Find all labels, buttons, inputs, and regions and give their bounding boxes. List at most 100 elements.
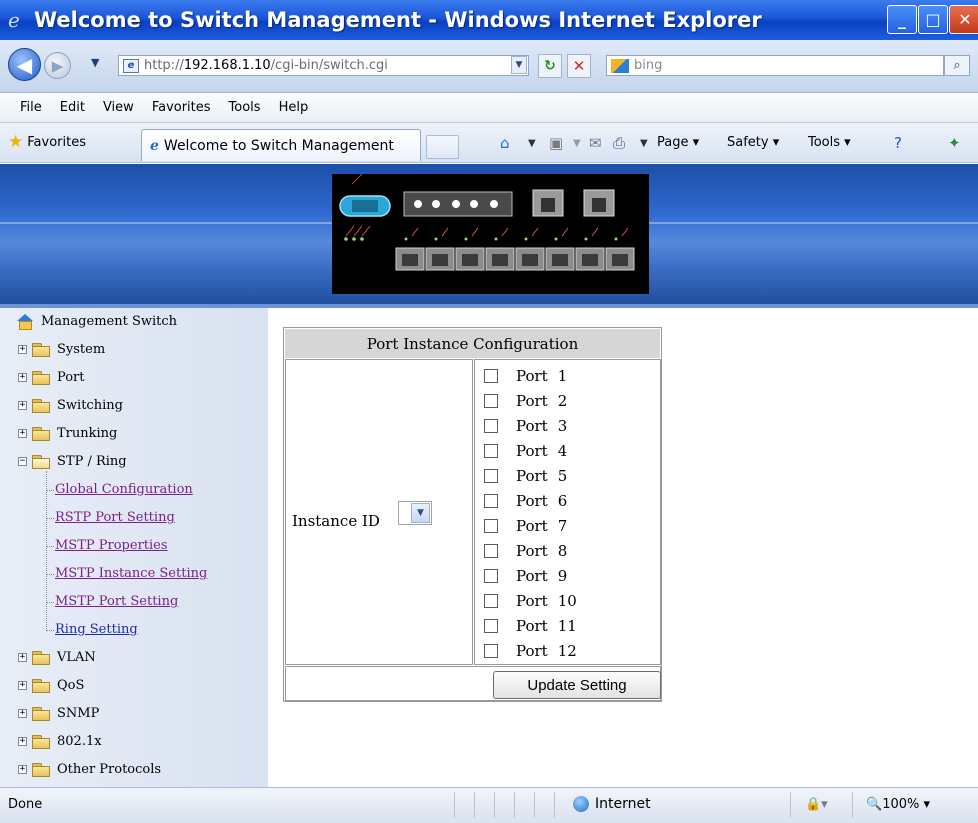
search-icon[interactable]: ⌕ (944, 55, 970, 76)
port-checkbox[interactable] (484, 444, 498, 458)
safety-menu-button[interactable]: Safety ▾ (727, 135, 779, 150)
port-number: 2 (557, 392, 568, 410)
tree-link-rstp-port-setting[interactable]: RSTP Port Setting (55, 510, 175, 525)
menu-tools[interactable]: Tools (229, 100, 261, 115)
expand-icon[interactable]: + (18, 709, 27, 718)
tree-link-label[interactable]: MSTP Instance Setting (55, 566, 207, 581)
port-row: Port 3 (484, 417, 567, 435)
tree-item-stp-ring[interactable]: − STP / Ring (18, 454, 127, 469)
tree-link-label[interactable]: MSTP Port Setting (55, 594, 178, 609)
mail-icon[interactable]: ✉ (589, 134, 602, 152)
tree-link-mstp-instance-setting[interactable]: MSTP Instance Setting (55, 566, 207, 581)
magnifier-icon: 🔍 (866, 797, 883, 812)
address-dropdown-icon[interactable]: ▼ (511, 56, 527, 74)
expand-icon[interactable]: + (18, 737, 27, 746)
feeds-icon[interactable]: ▣ (549, 134, 563, 152)
protected-mode-icon[interactable]: 🔒▾ (805, 797, 828, 812)
port-checkbox[interactable] (484, 419, 498, 433)
recent-pages-dropdown-icon[interactable]: ▼ (91, 56, 99, 69)
print-dropdown-icon[interactable]: ▼ (640, 138, 648, 149)
search-input[interactable]: bing (606, 55, 944, 76)
port-checkbox[interactable] (484, 369, 498, 383)
page-menu-button[interactable]: Page ▾ (657, 135, 699, 150)
expand-icon[interactable]: + (18, 681, 27, 690)
favorites-command-bar: ★ Favorites e Welcome to Switch Manageme… (0, 123, 978, 163)
tree-link-global-configuration[interactable]: Global Configuration (55, 482, 193, 497)
tree-item-vlan[interactable]: + VLAN (18, 650, 96, 665)
tree-link-label[interactable]: Global Configuration (55, 482, 193, 497)
expand-icon[interactable]: + (18, 653, 27, 662)
forward-button[interactable]: ▶ (44, 52, 71, 79)
chevron-down-icon[interactable]: ▼ (411, 503, 430, 523)
port-checkbox[interactable] (484, 469, 498, 483)
port-checkbox[interactable] (484, 544, 498, 558)
port-word: Port (516, 417, 548, 435)
stop-icon[interactable]: ✕ (567, 54, 591, 78)
zoom-level[interactable]: 🔍100% ▾ (866, 797, 930, 812)
tree-item-qos[interactable]: + QoS (18, 678, 84, 693)
expand-icon[interactable]: + (18, 345, 27, 354)
menu-view[interactable]: View (103, 100, 134, 115)
update-setting-button[interactable]: Update Setting (493, 671, 661, 699)
tree-connector (46, 602, 54, 603)
expand-icon[interactable]: + (18, 401, 27, 410)
port-checkbox[interactable] (484, 494, 498, 508)
home-icon[interactable]: ⌂ (500, 134, 510, 152)
port-word: Port (516, 392, 548, 410)
tree-link-ring-setting[interactable]: Ring Setting (55, 622, 138, 637)
port-checkbox[interactable] (484, 594, 498, 608)
expand-icon[interactable]: + (18, 429, 27, 438)
port-checkbox[interactable] (484, 519, 498, 533)
tree-link-mstp-properties[interactable]: MSTP Properties (55, 538, 168, 553)
minimize-button[interactable]: _ (887, 5, 917, 34)
tree-item-other-protocols[interactable]: + Other Protocols (18, 762, 161, 777)
tab-active[interactable]: e Welcome to Switch Management (141, 129, 421, 161)
new-tab-button[interactable] (426, 135, 459, 159)
tree-root-label: Management Switch (41, 314, 178, 329)
expand-icon[interactable]: + (18, 373, 27, 382)
tree-item-label: Switching (57, 398, 123, 413)
tree-item-label: 802.1x (57, 734, 102, 749)
port-checkbox[interactable] (484, 644, 498, 658)
tree-item-port[interactable]: + Port (18, 370, 85, 385)
folder-icon (32, 679, 50, 693)
tree-item-8021x[interactable]: + 802.1x (18, 734, 102, 749)
menu-edit[interactable]: Edit (60, 100, 85, 115)
menu-help[interactable]: Help (279, 100, 309, 115)
port-checkbox[interactable] (484, 569, 498, 583)
security-zone[interactable]: Internet (573, 796, 651, 812)
tree-link-label[interactable]: MSTP Properties (55, 538, 168, 553)
tree-link-mstp-port-setting[interactable]: MSTP Port Setting (55, 594, 178, 609)
folder-icon (32, 399, 50, 413)
instance-id-select[interactable]: ▼ (398, 501, 432, 525)
help-icon[interactable]: ? (894, 134, 902, 152)
maximize-button[interactable]: □ (918, 5, 948, 34)
tree-item-switching[interactable]: + Switching (18, 398, 123, 413)
tab-title: Welcome to Switch Management (163, 137, 394, 154)
tree-item-trunking[interactable]: + Trunking (18, 426, 117, 441)
tree-item-snmp[interactable]: + SNMP (18, 706, 99, 721)
print-icon[interactable]: ⎙ (613, 134, 625, 152)
research-icon[interactable]: ✦ (948, 134, 961, 152)
tree-link-label[interactable]: Ring Setting (55, 622, 138, 637)
menu-file[interactable]: File (20, 100, 42, 115)
close-button[interactable]: ✕ (949, 5, 978, 34)
expand-icon[interactable]: + (18, 765, 27, 774)
back-button[interactable]: ◀ (8, 48, 41, 81)
tree-item-system[interactable]: + System (18, 342, 105, 357)
port-checkbox[interactable] (484, 394, 498, 408)
tools-menu-button[interactable]: Tools ▾ (808, 135, 851, 150)
tree-root[interactable]: Management Switch (16, 314, 178, 330)
favorites-button[interactable]: ★ Favorites (8, 132, 86, 152)
collapse-icon[interactable]: − (18, 457, 27, 466)
refresh-icon[interactable]: ↻ (538, 54, 562, 78)
port-word: Port (516, 592, 548, 610)
port-word: Port (516, 517, 548, 535)
tree-link-label[interactable]: RSTP Port Setting (55, 510, 175, 525)
menu-favorites[interactable]: Favorites (152, 100, 211, 115)
address-input[interactable]: e http://192.168.1.10/cgi-bin/switch.cgi (118, 55, 529, 76)
port-row: Port 7 (484, 517, 567, 535)
port-checkbox[interactable] (484, 619, 498, 633)
home-dropdown-icon[interactable]: ▼ (528, 138, 536, 149)
feeds-dropdown-icon[interactable]: ▼ (573, 138, 581, 149)
